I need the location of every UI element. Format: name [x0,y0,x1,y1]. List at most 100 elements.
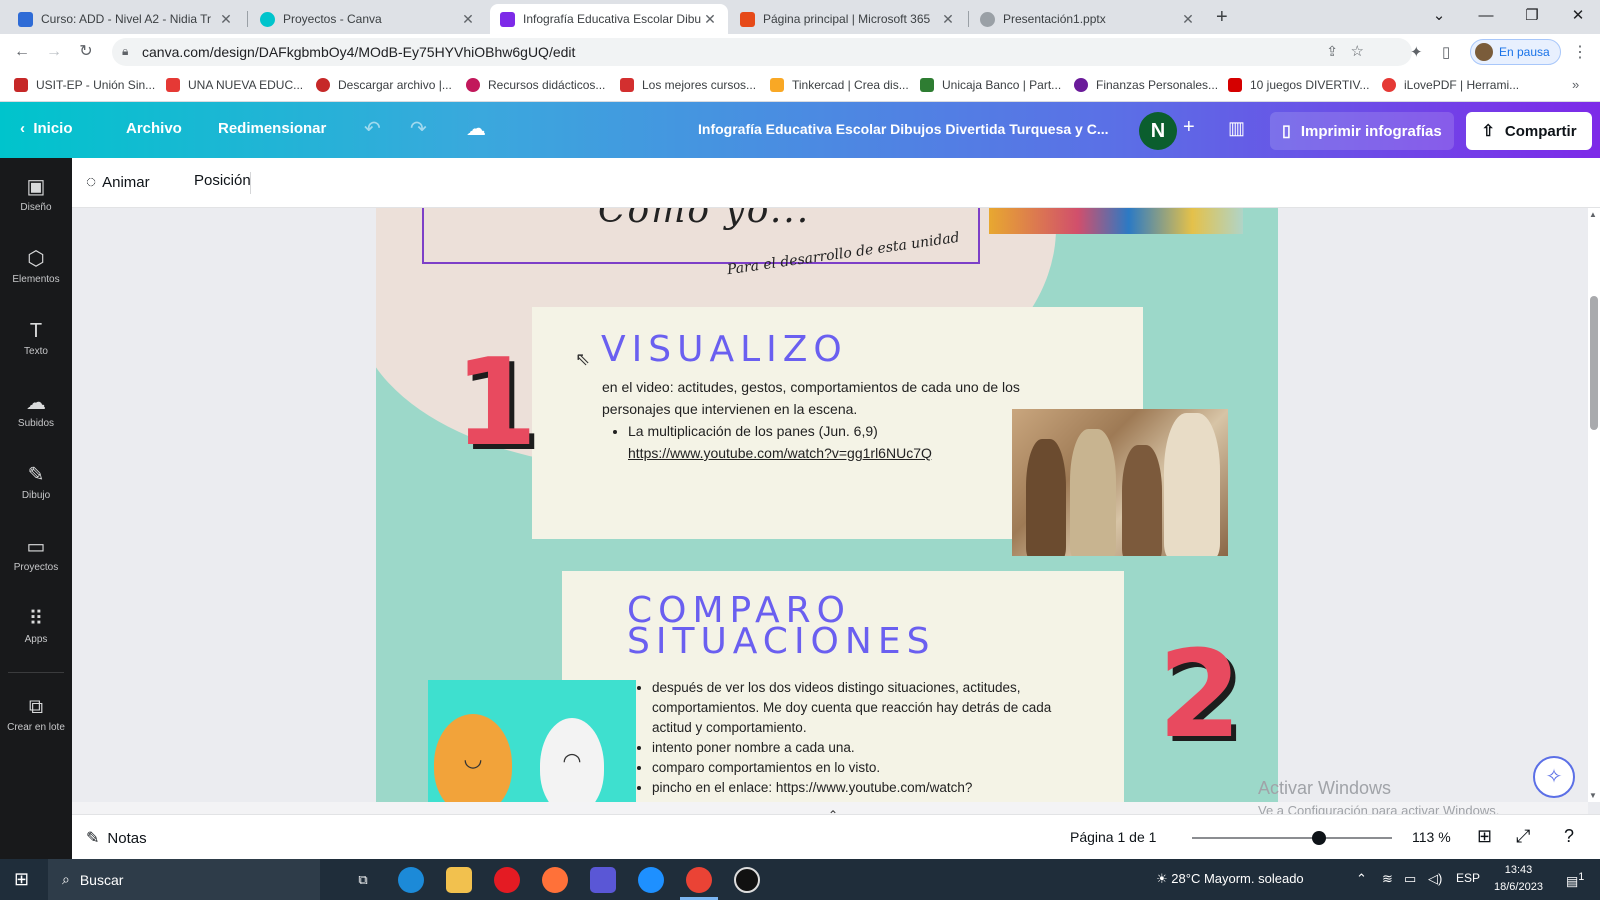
print-infographics-button[interactable]: ▯ Imprimir infografías [1270,112,1454,150]
children-photo[interactable] [989,208,1243,234]
tab-infografia-active[interactable]: Infografía Educativa Escolar Dibu ✕ [490,4,728,34]
home-button[interactable]: ‹ Inicio [20,120,73,137]
grid-view-icon[interactable]: ⊞ [1477,826,1492,847]
profile-button[interactable]: En pausa [1470,39,1561,65]
lightbulbs-image[interactable]: ◡ ◠ [428,680,636,802]
tab-proyectos-canva[interactable]: Proyectos - Canva ✕ [250,4,486,34]
zoom-slider-handle[interactable] [1312,831,1326,845]
resize-button[interactable]: Redimensionar [218,120,326,137]
section2-heading[interactable]: COMPARO SITUACIONES [627,593,1057,660]
fullscreen-icon[interactable]: ⤢ [1516,826,1530,847]
sidebar-item-elementos[interactable]: ⬡ Elementos [0,246,72,285]
zoom-slider[interactable] [1192,837,1392,839]
redo-icon[interactable]: ↷ [410,116,427,141]
infographic-page[interactable]: Como yo... Para el desarrollo de esta un… [376,208,1278,802]
bookmark-ilovepdf[interactable]: iLovePDF | Herrami... [1382,78,1519,92]
position-button[interactable]: Posición [194,172,251,189]
vertical-scrollbar[interactable]: ▲ ▼ [1588,208,1600,802]
forward-arrow-icon[interactable]: → [42,40,66,64]
bookmark-tinkercad[interactable]: Tinkercad | Crea dis... [770,78,909,92]
bookmark-nueva-educ[interactable]: UNA NUEVA EDUC... [166,78,303,92]
back-arrow-icon[interactable]: ← [10,40,34,64]
reload-icon[interactable]: ↻ [74,40,98,64]
close-window-icon[interactable]: ✕ [1555,4,1600,28]
youtube-link[interactable]: https://www.youtube.com/watch?v=gg1rl6NU… [628,445,932,461]
sidebar-item-proyectos[interactable]: ▭ Proyectos [0,534,72,573]
bookmark-recursos[interactable]: Recursos didácticos... [466,78,605,92]
add-collaborator-icon[interactable]: + [1183,116,1195,139]
scroll-up-icon[interactable]: ▲ [1589,210,1597,219]
title-frame[interactable]: Como yo... [422,208,980,264]
scrollbar-thumb[interactable] [1590,296,1598,430]
battery-icon[interactable]: ▭ [1404,871,1416,887]
more-menu-icon[interactable]: ⋮ [1572,42,1588,62]
tab-search-chevron-icon[interactable]: ⌄ [1416,4,1462,28]
close-tab-icon[interactable]: ✕ [702,11,718,28]
windows-start-icon[interactable]: ⊞ [14,869,29,890]
close-tab-icon[interactable]: ✕ [218,11,234,28]
loaves-and-fishes-painting[interactable] [1012,409,1228,556]
help-icon[interactable]: ? [1564,826,1574,847]
design-title[interactable]: Infografía Educativa Escolar Dibujos Div… [698,121,1109,137]
tab-microsoft-365[interactable]: Página principal | Microsoft 365 ✕ [730,4,966,34]
section2-number[interactable]: 2 [1158,636,1242,756]
new-tab-plus-icon[interactable]: + [1216,6,1228,29]
bookmark-cursos[interactable]: Los mejores cursos... [620,78,756,92]
magic-assistant-icon[interactable]: ✧ [1533,756,1575,798]
file-menu-button[interactable]: Archivo [126,120,182,137]
sidebar-item-crear-en-lote[interactable]: ⧉ Crear en lote [0,694,72,733]
wifi-icon[interactable]: ≋ [1382,871,1393,887]
firefox-icon[interactable] [542,867,568,893]
edge-icon[interactable] [398,867,424,893]
cloud-saved-icon[interactable]: ☁︎ [466,116,486,141]
file-explorer-icon[interactable] [446,867,472,893]
sidebar-item-diseno[interactable]: ▣ Diseño [0,174,72,213]
page-indicator[interactable]: Página 1 de 1 [1070,829,1156,845]
side-panel-icon[interactable]: ▯ [1442,43,1450,61]
bookmark-juegos[interactable]: 10 juegos DIVERTIV... [1228,78,1369,92]
animate-button[interactable]: ◌ Animar [86,172,150,192]
sidebar-item-subidos[interactable]: ☁ Subidos [0,390,72,429]
extensions-puzzle-icon[interactable]: ✦ [1410,43,1423,61]
sidebar-item-apps[interactable]: ⠿ Apps [0,606,72,645]
tab-curso-add[interactable]: Curso: ADD - Nivel A2 - Nidia Tr ✕ [8,4,244,34]
restore-icon[interactable]: ❐ [1509,4,1555,28]
bookmark-usit[interactable]: USIT-EP - Unión Sin... [14,78,155,92]
opera-icon[interactable] [494,867,520,893]
section1-body[interactable]: en el video: actitudes, gestos, comporta… [602,376,1062,464]
bookmarks-overflow-icon[interactable]: » [1572,77,1579,92]
bookmark-star-icon[interactable]: ☆ [1351,42,1364,60]
task-view-icon[interactable]: ⧉ [350,867,376,893]
scroll-down-icon[interactable]: ▼ [1589,791,1597,800]
bookmark-unicaja[interactable]: Unicaja Banco | Part... [920,78,1061,92]
insights-chart-icon[interactable]: ▥ [1228,118,1245,139]
bookmark-finanzas[interactable]: Finanzas Personales... [1074,78,1218,92]
tab-presentacion[interactable]: Presentación1.pptx ✕ [970,4,1206,34]
bookmark-descargar[interactable]: Descargar archivo |... [316,78,452,92]
sidebar-item-dibujo[interactable]: ✎ Dibujo [0,462,72,501]
app-icon[interactable] [590,867,616,893]
zoom-level[interactable]: 113 % [1412,829,1451,845]
share-page-icon[interactable]: ⇪ [1326,43,1338,60]
taskbar-search[interactable]: ⌕ Buscar [48,859,320,900]
chrome-icon[interactable] [686,867,712,893]
internet-explorer-icon[interactable] [638,867,664,893]
minimize-icon[interactable]: — [1463,4,1509,28]
speaker-icon[interactable]: ◁) [1428,871,1442,887]
address-bar[interactable]: 🔒︎ canva.com/design/DAFkgbmbOy4/MOdB-Ey7… [112,38,1412,66]
language-indicator[interactable]: ESP [1456,871,1480,885]
editor-canvas[interactable]: Como yo... Para el desarrollo de esta un… [72,208,1588,802]
screen-recorder-icon[interactable] [734,867,760,893]
sidebar-item-texto[interactable]: T Texto [0,318,72,357]
user-avatar[interactable]: N [1139,112,1177,150]
notes-button[interactable]: ✎ Notas [86,828,147,848]
section1-number[interactable]: 1 [454,344,538,464]
section1-heading[interactable]: VISUALIZO [601,332,848,368]
share-button[interactable]: ⇧ Compartir [1466,112,1592,150]
url-text[interactable]: canva.com/design/DAFkgbmbOy4/MOdB-Ey75HY… [142,44,575,60]
close-tab-icon[interactable]: ✕ [940,11,956,28]
clock[interactable]: 13:43 18/6/2023 [1494,862,1543,896]
section2-body[interactable]: después de ver los dos videos distingo s… [634,678,1074,798]
lock-icon[interactable]: 🔒︎ [122,44,128,59]
close-tab-icon[interactable]: ✕ [460,11,476,28]
